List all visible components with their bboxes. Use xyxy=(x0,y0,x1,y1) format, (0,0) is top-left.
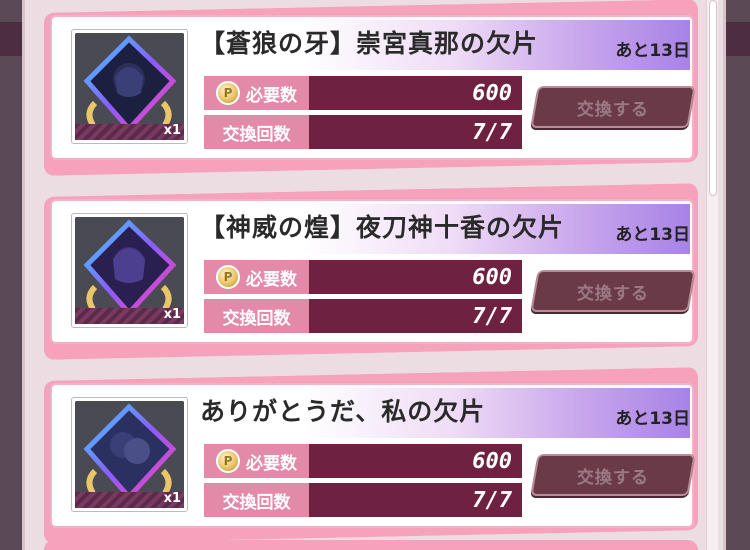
required-value: 600 xyxy=(309,444,522,478)
exchange-count-label: 交換回数 xyxy=(204,299,309,333)
point-coin-icon: P xyxy=(216,81,240,105)
exchange-count-value: 7/7 xyxy=(309,115,522,149)
point-coin-icon: P xyxy=(216,265,240,289)
item-title: ありがとうだ、私の欠片 xyxy=(200,397,486,426)
exchange-button[interactable]: 交換する xyxy=(530,86,696,128)
point-coin-icon: P xyxy=(216,449,240,473)
item-thumbnail[interactable]: x1 xyxy=(71,397,188,512)
item-thumbnail[interactable]: x1 xyxy=(71,29,188,144)
exchange-item-card: 【神威の煌】夜刀神十香の欠片 あと13日 x1 P 必要数 600 交換回数 7… xyxy=(44,190,698,353)
exchange-item-card: 【蒼狼の牙】崇宮真那の欠片 あと13日 x1 P 必要数 600 交換回数 7/… xyxy=(44,6,698,169)
exchange-button[interactable]: 交換する xyxy=(530,270,696,312)
quantity-label: x1 xyxy=(163,491,181,506)
scrollbar-thumb[interactable] xyxy=(709,0,717,196)
required-label: 必要数 xyxy=(246,85,297,106)
exchange-count-label: 交換回数 xyxy=(204,115,309,149)
item-title: 【蒼狼の牙】崇宮真那の欠片 xyxy=(200,29,539,58)
item-title: 【神威の煌】夜刀神十香の欠片 xyxy=(200,213,565,242)
days-remaining: あと13日 xyxy=(615,225,690,245)
exchange-button-label: 交換する xyxy=(577,467,649,488)
quantity-label: x1 xyxy=(163,123,181,138)
exchange-item-card: ありがとうだ、私の欠片 あと13日 x1 P 必要数 600 交換回数 7/7 … xyxy=(44,374,698,537)
scrollbar-track[interactable] xyxy=(706,0,718,550)
required-points-row: P 必要数 600 xyxy=(204,260,522,294)
required-label: 必要数 xyxy=(246,453,297,474)
exchange-count-value: 7/7 xyxy=(309,299,522,333)
exchange-button[interactable]: 交換する xyxy=(530,454,696,496)
quantity-label: x1 xyxy=(163,307,181,322)
exchange-count-row: 交換回数 7/7 xyxy=(204,299,522,333)
days-remaining: あと13日 xyxy=(615,409,690,429)
required-value: 600 xyxy=(309,76,522,110)
required-points-row: P 必要数 600 xyxy=(204,444,522,478)
exchange-count-row: 交換回数 7/7 xyxy=(204,483,522,517)
required-label: 必要数 xyxy=(246,269,297,290)
required-value: 600 xyxy=(309,260,522,294)
exchange-button-label: 交換する xyxy=(577,99,649,120)
required-points-row: P 必要数 600 xyxy=(204,76,522,110)
exchange-button-label: 交換する xyxy=(577,283,649,304)
next-card-peek xyxy=(44,540,698,550)
exchange-count-row: 交換回数 7/7 xyxy=(204,115,522,149)
exchange-count-label: 交換回数 xyxy=(204,483,309,517)
item-thumbnail[interactable]: x1 xyxy=(71,213,188,328)
days-remaining: あと13日 xyxy=(615,41,690,61)
exchange-count-value: 7/7 xyxy=(309,483,522,517)
